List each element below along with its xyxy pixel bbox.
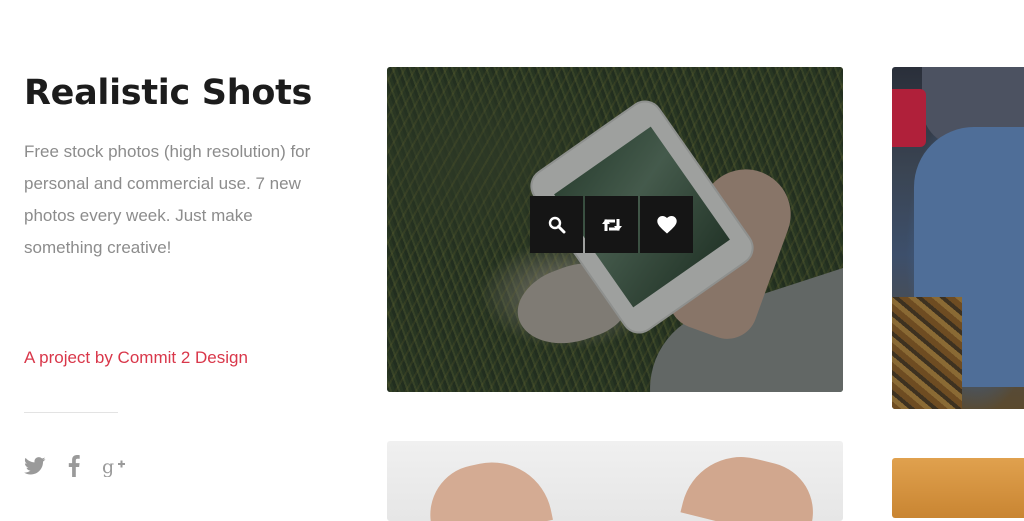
social-links: g	[24, 454, 148, 478]
facebook-icon[interactable]	[68, 454, 80, 478]
search-icon	[548, 216, 565, 233]
svg-text:g: g	[102, 456, 114, 477]
site-description: Free stock photos (high resolution) for …	[24, 142, 311, 257]
photo-cuff	[892, 89, 926, 147]
share-button[interactable]	[585, 196, 638, 253]
divider	[24, 412, 118, 413]
photo-card[interactable]	[892, 458, 1024, 518]
heart-icon	[656, 215, 677, 233]
photo-leaves	[892, 297, 962, 409]
twitter-icon[interactable]	[24, 454, 46, 478]
photo-actions	[530, 196, 693, 253]
photo-hand-right	[680, 444, 824, 521]
site-title: Realistic Shots	[24, 73, 313, 113]
like-button[interactable]	[640, 196, 693, 253]
retweet-icon	[601, 218, 622, 231]
photo-card[interactable]	[892, 67, 1024, 409]
photo-card[interactable]	[387, 441, 843, 521]
sidebar: Realistic Shots Free stock photos (high …	[24, 70, 344, 477]
photo-hand-left	[421, 451, 553, 521]
zoom-button[interactable]	[530, 196, 583, 253]
google-plus-icon[interactable]: g	[102, 454, 126, 478]
credit-link[interactable]: A project by Commit 2 Design	[24, 346, 248, 370]
photo-card[interactable]	[387, 67, 843, 392]
